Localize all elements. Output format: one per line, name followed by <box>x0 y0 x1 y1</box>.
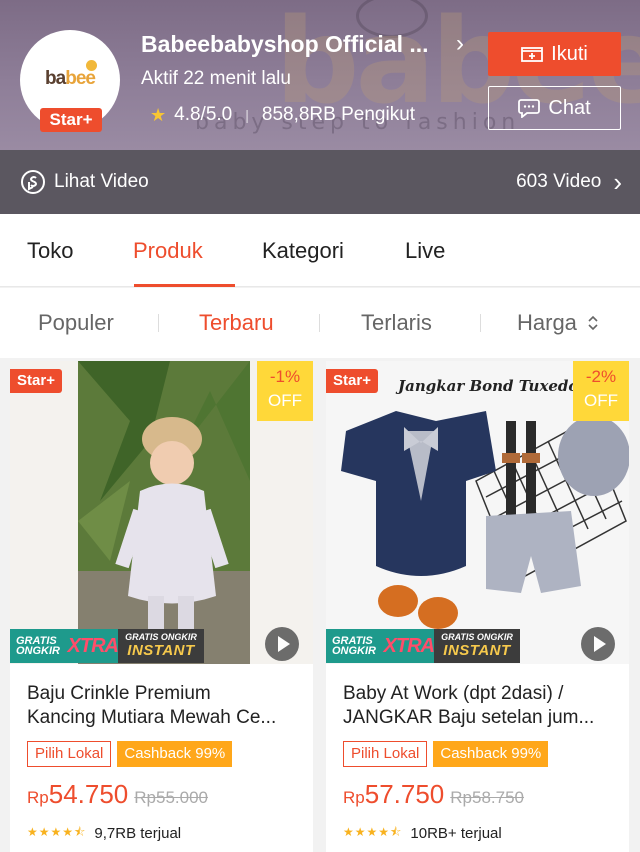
shop-rating: 4.8/5.0 <box>174 104 233 125</box>
sort-populer[interactable]: Populer <box>38 288 114 358</box>
shop-header: babee baby step to fashion babee Star+ B… <box>0 0 640 150</box>
sort-harga[interactable]: Harga <box>517 288 599 358</box>
sort-terlaris[interactable]: Terlaris <box>361 288 432 358</box>
gratis-ongkir-xtra-badge: GRATIS ONGKIR XTRA <box>10 629 119 663</box>
watch-video-link[interactable]: Lihat Video <box>20 169 149 195</box>
tab-produk[interactable]: Produk <box>133 214 203 287</box>
shop-followers: 858,8RB Pengikut <box>261 104 416 125</box>
logo-text-b: bee <box>65 68 96 89</box>
gratis-ongkir-instant-badge: GRATIS ONGKIR INSTANT <box>434 629 520 663</box>
active-tab-indicator <box>134 284 235 287</box>
product-title[interactable]: Baju Crinkle Premium Kancing Mutiara Mew… <box>27 682 302 730</box>
star-plus-badge: Star+ <box>326 369 378 393</box>
chevron-right-icon: › <box>456 30 464 57</box>
product-image[interactable]: Jangkar Bond Tuxedo Star+ -2% OFF GRATIS… <box>326 361 629 664</box>
discount-badge: -2% OFF <box>573 361 629 421</box>
star-plus-badge: Star+ <box>10 369 62 393</box>
shop-name-link[interactable]: Babeebabyshop Official ... › <box>141 30 464 58</box>
product-price: 57.750 <box>364 779 445 809</box>
rating-stars-icon: ★★★★⯪ <box>343 825 403 839</box>
product-title-line2: JANGKAR Baju setelan jum... <box>343 707 595 728</box>
cashback-badge: Cashback 99% <box>433 741 549 767</box>
gratis-ongkir-text: GRATIS ONGKIR <box>16 635 60 657</box>
sold-count: 10RB+ terjual <box>410 825 502 842</box>
sort-bar: Populer Terbaru Terlaris Harga <box>0 288 640 358</box>
stats-divider: | <box>245 107 249 123</box>
play-video-icon[interactable] <box>581 627 615 661</box>
sort-updown-icon <box>588 315 598 331</box>
instant-text: INSTANT <box>127 642 195 659</box>
chat-button[interactable]: Chat <box>488 86 621 130</box>
instant-small-text: GRATIS ONGKIR <box>125 632 197 642</box>
rating-stars-icon: ★★★★⯪ <box>27 825 87 839</box>
sort-terbaru[interactable]: Terbaru <box>199 288 274 358</box>
instant-small-text: GRATIS ONGKIR <box>441 632 513 642</box>
shop-stats: ★ 4.8/5.0 | 858,8RB Pengikut <box>150 104 415 126</box>
product-title[interactable]: Baby At Work (dpt 2dasi) / JANGKAR Baju … <box>343 682 618 730</box>
sort-divider <box>480 314 481 332</box>
video-count-link[interactable]: 603 Video › <box>516 167 622 198</box>
price-currency: Rp <box>343 788 365 807</box>
watch-video-label: Lihat Video <box>54 171 149 192</box>
product-title-line1: Baju Crinkle Premium <box>27 683 211 704</box>
original-price: Rp58.750 <box>450 788 524 807</box>
tab-live[interactable]: Live <box>405 214 445 287</box>
gratis-ongkir-instant-badge: GRATIS ONGKIR INSTANT <box>118 629 204 663</box>
sold-count: 9,7RB terjual <box>94 825 182 842</box>
sort-harga-label: Harga <box>517 310 577 335</box>
tab-kategori[interactable]: Kategori <box>262 214 344 287</box>
product-title-line1: Baby At Work (dpt 2dasi) / <box>343 683 564 704</box>
product-image[interactable]: Star+ -1% OFF GRATIS ONGKIR XTRA GRATIS … <box>10 361 313 664</box>
video-icon <box>21 170 45 194</box>
logo-text-a: ba <box>45 68 66 89</box>
star-plus-badge: Star+ <box>40 108 102 132</box>
video-bar: Lihat Video 603 Video › <box>0 150 640 214</box>
discount-off: OFF <box>268 391 302 410</box>
shop-page: babee baby step to fashion babee Star+ B… <box>0 0 640 852</box>
original-price: Rp55.000 <box>134 788 208 807</box>
discount-percent: -1% <box>269 367 301 386</box>
shop-name: Babeebabyshop Official ... <box>141 30 429 57</box>
discount-percent: -2% <box>585 367 617 386</box>
gratis-ongkir-text: GRATIS ONGKIR <box>332 635 376 657</box>
pilih-lokal-badge: Pilih Lokal <box>27 741 112 767</box>
product-card[interactable]: Jangkar Bond Tuxedo Star+ -2% OFF GRATIS… <box>326 361 629 852</box>
video-count: 603 Video <box>516 171 602 192</box>
xtra-text: XTRA <box>383 634 435 657</box>
product-card[interactable]: Star+ -1% OFF GRATIS ONGKIR XTRA GRATIS … <box>10 361 313 852</box>
sold-row: ★★★★⯪ 10RB+ terjual <box>343 823 502 844</box>
sort-divider <box>319 314 320 332</box>
product-price: 54.750 <box>48 779 129 809</box>
active-status: Aktif 22 menit lalu <box>141 68 291 89</box>
discount-badge: -1% OFF <box>257 361 313 421</box>
free-shipping-badges: GRATIS ONGKIR XTRA GRATIS ONGKIR INSTANT <box>326 629 520 663</box>
price-currency: Rp <box>27 788 49 807</box>
product-badges: Pilih Lokal Cashback 99% <box>27 741 233 767</box>
play-video-icon[interactable] <box>265 627 299 661</box>
discount-off: OFF <box>584 391 618 410</box>
image-caption: Jangkar Bond Tuxedo <box>395 377 578 395</box>
chat-label: Chat <box>548 96 591 119</box>
cashback-badge: Cashback 99% <box>117 741 233 767</box>
follow-store-icon <box>521 47 544 62</box>
tab-toko[interactable]: Toko <box>27 214 73 287</box>
price-row: Rp 54.750 Rp55.000 <box>27 779 208 810</box>
follow-label: Ikuti <box>551 42 588 65</box>
gratis-ongkir-xtra-badge: GRATIS ONGKIR XTRA <box>326 629 435 663</box>
price-row: Rp 57.750 Rp58.750 <box>343 779 524 810</box>
shop-logo: babee <box>20 68 120 90</box>
chat-bubble-icon <box>518 99 541 118</box>
pilih-lokal-badge: Pilih Lokal <box>343 741 428 767</box>
product-badges: Pilih Lokal Cashback 99% <box>343 741 549 767</box>
follow-button[interactable]: Ikuti <box>488 32 621 76</box>
instant-text: INSTANT <box>443 642 511 659</box>
free-shipping-badges: GRATIS ONGKIR XTRA GRATIS ONGKIR INSTANT <box>10 629 204 663</box>
sort-divider <box>158 314 159 332</box>
chevron-right-icon: › <box>613 166 622 197</box>
sold-row: ★★★★⯪ 9,7RB terjual <box>27 823 181 844</box>
xtra-text: XTRA <box>67 634 119 657</box>
star-icon: ★ <box>150 104 167 125</box>
shop-tabs: Toko Produk Kategori Live <box>0 214 640 287</box>
product-title-line2: Kancing Mutiara Mewah Ce... <box>27 707 277 728</box>
